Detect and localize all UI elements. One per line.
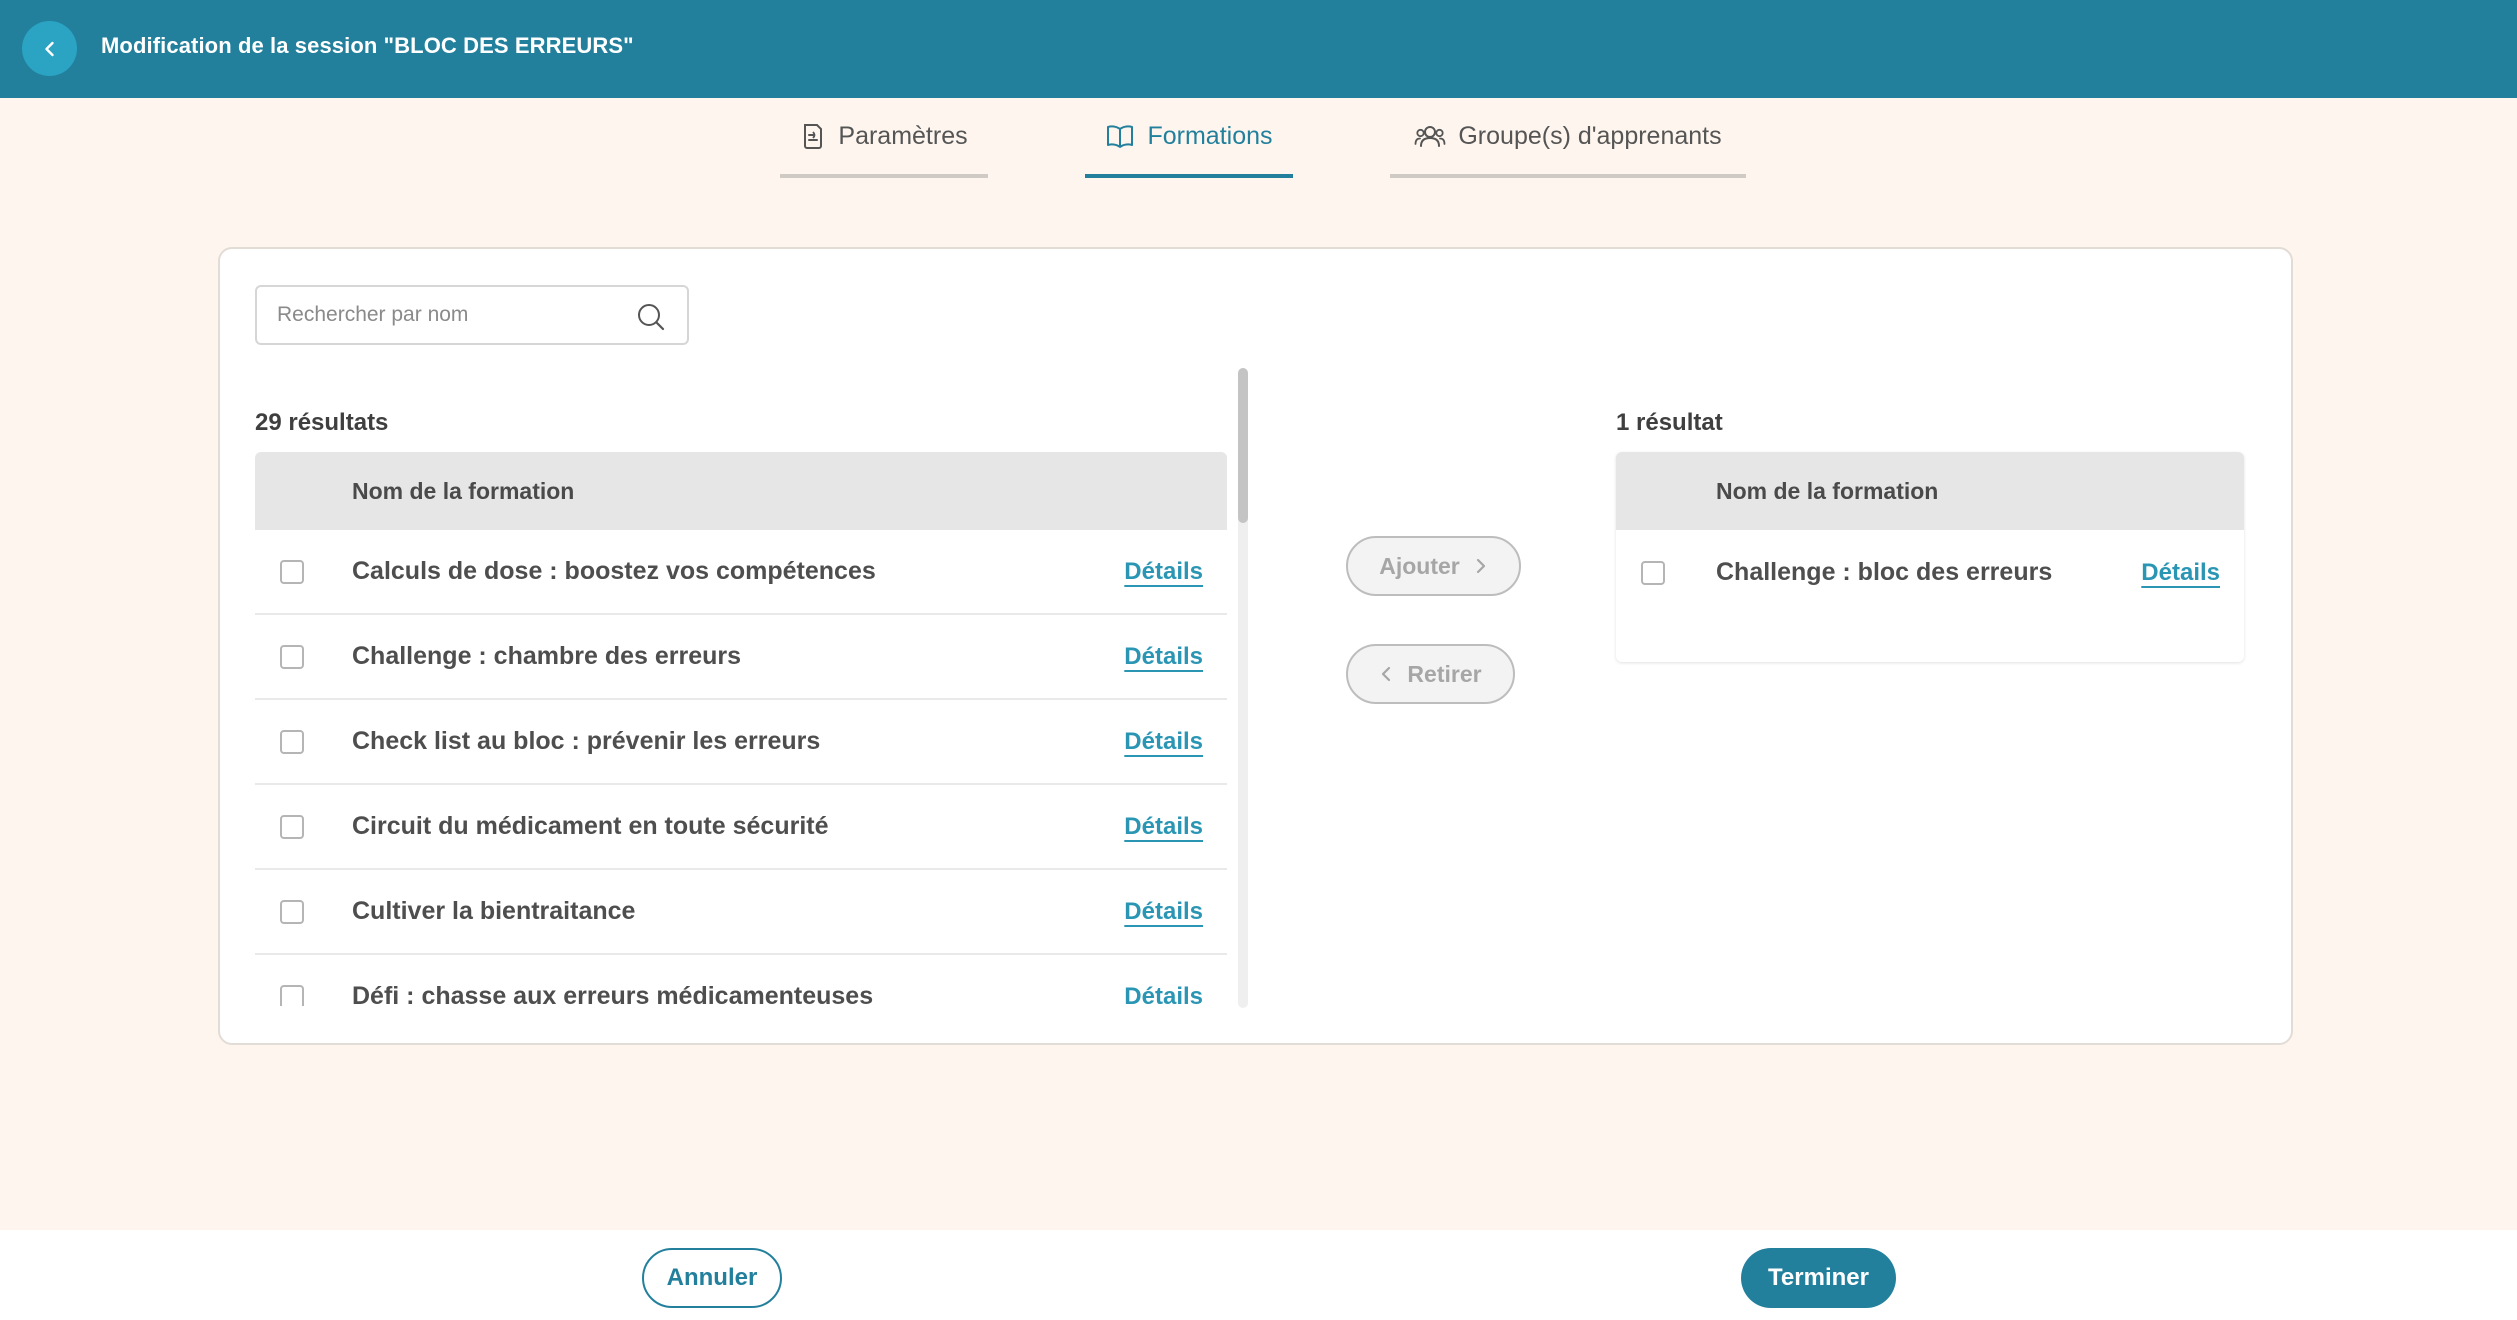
page-title: Modification de la session "BLOC DES ERR…: [101, 33, 634, 58]
formation-name: Check list au bloc : prévenir les erreur…: [352, 727, 821, 755]
remove-button-label: Retirer: [1407, 660, 1482, 687]
tab-label: Paramètres: [838, 121, 968, 150]
available-list-header: Nom de la formation: [255, 452, 1227, 530]
row-checkbox[interactable]: [280, 644, 304, 669]
list-item: Cultiver la bientraitance Détails: [255, 870, 1227, 955]
row-checkbox[interactable]: [280, 729, 304, 754]
list-item: Challenge : chambre des erreurs Détails: [255, 615, 1227, 700]
search-box: [255, 285, 689, 345]
tab-label: Formations: [1147, 121, 1273, 150]
users-icon: [1414, 126, 1446, 147]
tab-formations[interactable]: Formations: [1085, 98, 1293, 178]
available-list: Nom de la formation Calculs de dose : bo…: [255, 452, 1227, 1006]
search-input[interactable]: [277, 303, 617, 327]
tab-groupes-apprenants[interactable]: Groupe(s) d'apprenants: [1390, 98, 1746, 178]
details-link[interactable]: Détails: [1124, 983, 1203, 1007]
add-button[interactable]: Ajouter: [1346, 536, 1521, 596]
row-checkbox[interactable]: [280, 559, 304, 584]
list-item: Circuit du médicament en toute sécurité …: [255, 785, 1227, 870]
formation-name: Défi : chasse aux erreurs médicamenteuse…: [352, 982, 874, 1006]
chevron-left-icon: [44, 41, 54, 56]
row-checkbox[interactable]: [280, 984, 304, 1006]
formation-name: Circuit du médicament en toute sécurité: [352, 812, 829, 840]
selected-count: 1 résultat: [1616, 409, 1723, 436]
top-bar: Modification de la session "BLOC DES ERR…: [0, 0, 2517, 98]
formation-name: Challenge : bloc des erreurs: [1716, 558, 2053, 586]
back-button[interactable]: [22, 21, 77, 76]
list-item: Défi : chasse aux erreurs médicamenteuse…: [255, 955, 1227, 1006]
list-item: Challenge : bloc des erreurs Détails: [1616, 530, 2244, 615]
scrollbar-thumb[interactable]: [1238, 368, 1248, 523]
details-link[interactable]: Détails: [2141, 559, 2220, 587]
search-icon[interactable]: [635, 301, 667, 333]
finish-button[interactable]: Terminer: [1741, 1248, 1896, 1308]
chevron-right-icon: [1476, 558, 1485, 574]
available-list-scrollbar[interactable]: [1238, 368, 1248, 1008]
formation-name: Cultiver la bientraitance: [352, 897, 636, 925]
row-checkbox[interactable]: [280, 899, 304, 924]
formation-name: Challenge : chambre des erreurs: [352, 642, 742, 670]
row-checkbox[interactable]: [1641, 560, 1665, 585]
selected-list-header: Nom de la formation: [1616, 452, 2244, 530]
chevron-left-icon: [1382, 666, 1391, 682]
remove-button[interactable]: Retirer: [1346, 644, 1515, 704]
column-header-name: Nom de la formation: [1716, 477, 1939, 504]
details-link[interactable]: Détails: [1124, 813, 1203, 841]
details-link[interactable]: Détails: [1124, 898, 1203, 926]
cancel-button[interactable]: Annuler: [642, 1248, 782, 1308]
details-link[interactable]: Détails: [1124, 728, 1203, 756]
book-icon: [1107, 125, 1134, 148]
tab-bar: Paramètres Formations Groupe(s) d'appren…: [0, 98, 2517, 180]
list-item: Calculs de dose : boostez vos compétence…: [255, 530, 1227, 615]
available-count: 29 résultats: [255, 409, 389, 436]
row-checkbox[interactable]: [280, 814, 304, 839]
column-header-name: Nom de la formation: [352, 477, 575, 504]
details-link[interactable]: Détails: [1124, 643, 1203, 671]
add-button-label: Ajouter: [1379, 552, 1460, 579]
document-icon: [804, 124, 823, 149]
formation-name: Calculs de dose : boostez vos compétence…: [352, 557, 876, 585]
footer-bar: [0, 1230, 2517, 1320]
tab-label: Groupe(s) d'apprenants: [1458, 121, 1722, 150]
tab-parametres[interactable]: Paramètres: [780, 98, 988, 178]
selected-list: Nom de la formation Challenge : bloc des…: [1616, 452, 2244, 662]
details-link[interactable]: Détails: [1124, 558, 1203, 586]
list-item: Check list au bloc : prévenir les erreur…: [255, 700, 1227, 785]
